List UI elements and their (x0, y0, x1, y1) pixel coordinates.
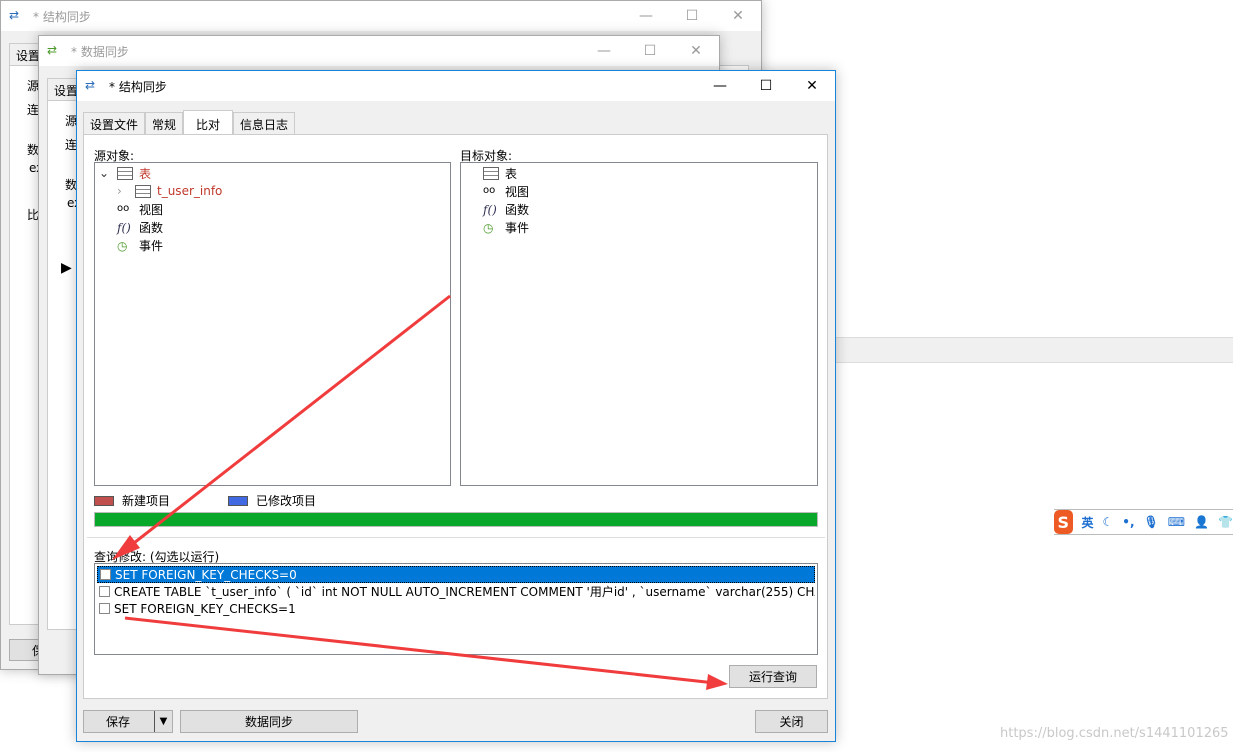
arrow-line (124, 616, 716, 685)
punctuation-icon[interactable]: •, (1122, 515, 1134, 529)
ime-toolbar[interactable]: S 英 ☾ •, 🎙 ⌨ 👤 👕 (1054, 509, 1233, 535)
ime-language[interactable]: 英 (1082, 514, 1094, 531)
moon-icon[interactable]: ☾ (1103, 515, 1114, 529)
user-icon[interactable]: 👤 (1194, 515, 1209, 529)
keyboard-icon[interactable]: ⌨ (1168, 515, 1185, 529)
sogou-logo-icon: S (1054, 510, 1073, 534)
shirt-icon[interactable]: 👕 (1218, 515, 1233, 529)
arrow-head (112, 535, 140, 560)
annotation-arrows (112, 294, 728, 690)
microphone-icon[interactable]: 🎙 (1144, 515, 1159, 529)
watermark: https://blog.csdn.net/s1441101265 (1000, 726, 1229, 741)
arrow-head (706, 674, 728, 690)
arrow-line (124, 294, 451, 552)
